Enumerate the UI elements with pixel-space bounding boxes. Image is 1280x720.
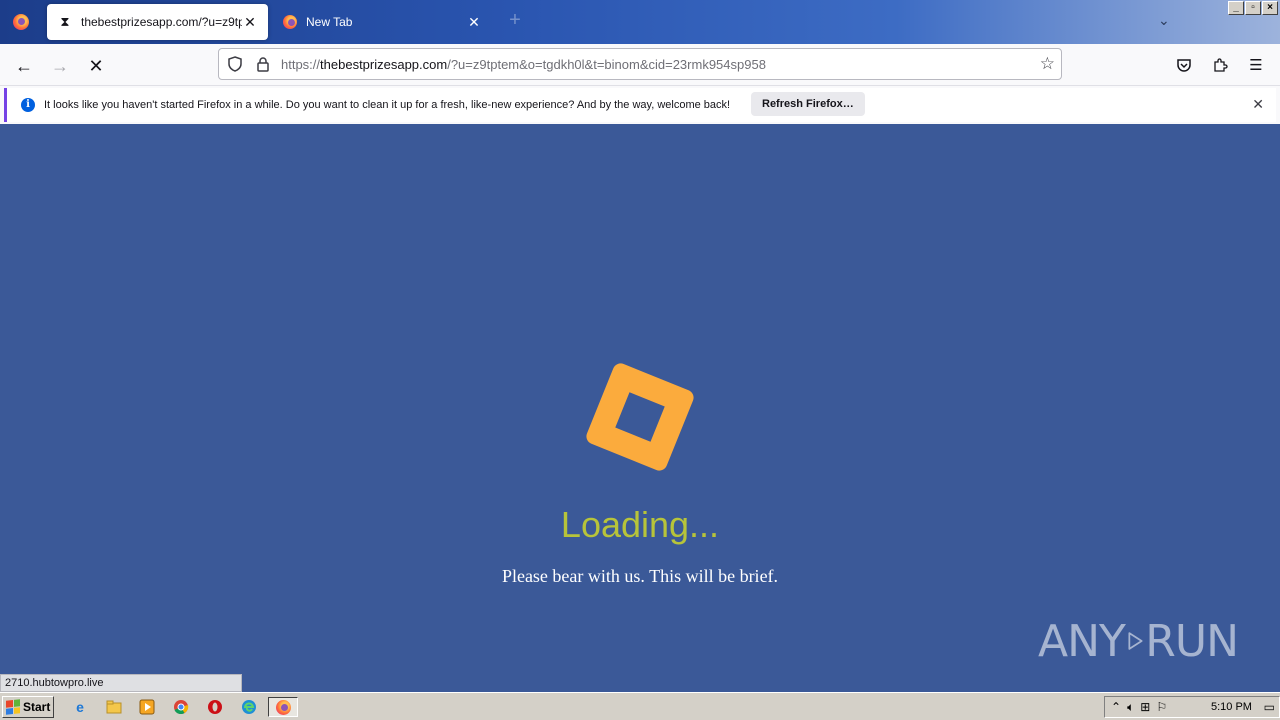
anyrun-watermark: ANY RUN xyxy=(1038,608,1239,674)
start-label: Start xyxy=(23,700,51,714)
page-content: Loading... Please bear with us. This wil… xyxy=(0,124,1280,692)
hamburger-menu-icon[interactable]: ☰ xyxy=(1244,53,1268,77)
loading-subtext: Please bear with us. This will be brief. xyxy=(501,566,779,586)
chevron-down-icon[interactable]: ⌄ xyxy=(1158,12,1170,29)
edge-icon[interactable] xyxy=(238,697,260,717)
firefox-taskbar-icon[interactable] xyxy=(268,697,298,717)
status-bar-link: 2710.hubtowpro.live xyxy=(0,674,242,692)
close-tab-icon[interactable]: ✕ xyxy=(242,14,258,31)
taskbar: Start e ⌃ 🔈︎ ⊞ ⚐ 5:10 PM ▭ xyxy=(0,692,1280,720)
opera-icon[interactable] xyxy=(204,697,226,717)
info-icon: i xyxy=(21,98,35,112)
stop-loading-icon[interactable]: ✕ xyxy=(82,52,110,80)
notification-bar: i It looks like you haven't started Fire… xyxy=(0,86,1280,124)
firefox-view-button[interactable] xyxy=(0,0,42,44)
show-hidden-icons-icon[interactable]: ⌃ xyxy=(1111,700,1121,714)
back-arrow-icon[interactable]: ← xyxy=(10,52,38,80)
tab-new-tab[interactable]: New Tab ✕ xyxy=(272,4,492,40)
close-window-button[interactable]: × xyxy=(1262,1,1278,15)
navigation-toolbar: ← → ✕ https://thebestprizesapp.com/?u=z9… xyxy=(0,44,1280,86)
tab-strip: ⧗ thebestprizesapp.com/?u=z9tptem ✕ New … xyxy=(0,0,1280,44)
minimize-button[interactable]: _ xyxy=(1228,1,1244,15)
network-icon[interactable]: ⊞ xyxy=(1140,700,1150,714)
tracking-protection-shield-icon[interactable] xyxy=(221,56,249,72)
watermark-right-text: RUN xyxy=(1145,615,1239,667)
firefox-icon xyxy=(13,14,29,30)
volume-icon[interactable]: 🔈︎ xyxy=(1127,700,1134,715)
notification-box: i It looks like you haven't started Fire… xyxy=(4,88,1276,122)
file-explorer-icon[interactable] xyxy=(103,697,125,717)
play-logo-icon xyxy=(1128,632,1143,650)
system-tray: ⌃ 🔈︎ ⊞ ⚐ 5:10 PM ▭ xyxy=(1104,696,1280,718)
window-controls: _ ▫ × xyxy=(1228,1,1278,15)
new-tab-plus-icon[interactable]: + xyxy=(505,10,525,30)
loading-text: Loading... xyxy=(560,504,720,545)
action-center-flag-icon[interactable]: ⚐ xyxy=(1156,700,1167,714)
loading-spinner xyxy=(584,361,696,473)
refresh-firefox-button[interactable]: Refresh Firefox… xyxy=(751,92,865,116)
close-tab-icon[interactable]: ✕ xyxy=(466,14,482,31)
start-button[interactable]: Start xyxy=(2,696,54,718)
url-text[interactable]: https://thebestprizesapp.com/?u=z9tptem&… xyxy=(281,57,766,72)
internet-explorer-icon[interactable]: e xyxy=(69,697,91,717)
notification-message: It looks like you haven't started Firefo… xyxy=(44,99,731,111)
tab-title: New Tab xyxy=(306,15,353,29)
pocket-icon[interactable] xyxy=(1172,53,1196,77)
media-player-icon[interactable] xyxy=(136,697,158,717)
lock-icon[interactable] xyxy=(249,56,277,72)
watermark-left-text: ANY xyxy=(1038,615,1126,667)
url-bar[interactable]: https://thebestprizesapp.com/?u=z9tptem&… xyxy=(218,48,1062,80)
chrome-icon[interactable] xyxy=(170,697,192,717)
show-desktop-icon[interactable]: ▭ xyxy=(1264,700,1275,714)
bookmark-star-icon[interactable]: ☆ xyxy=(1040,54,1055,74)
firefox-icon xyxy=(282,14,298,30)
tab-title: thebestprizesapp.com/?u=z9tptem xyxy=(81,15,242,29)
hourglass-icon: ⧗ xyxy=(60,14,70,29)
tab-active[interactable]: ⧗ thebestprizesapp.com/?u=z9tptem ✕ xyxy=(47,4,268,40)
clock[interactable]: 5:10 PM xyxy=(1211,701,1252,713)
windows-logo-icon xyxy=(6,699,20,715)
close-icon[interactable]: ✕ xyxy=(1252,96,1264,113)
forward-arrow-icon[interactable]: → xyxy=(46,52,74,80)
restore-button[interactable]: ▫ xyxy=(1245,1,1261,15)
extensions-puzzle-icon[interactable] xyxy=(1208,53,1232,77)
